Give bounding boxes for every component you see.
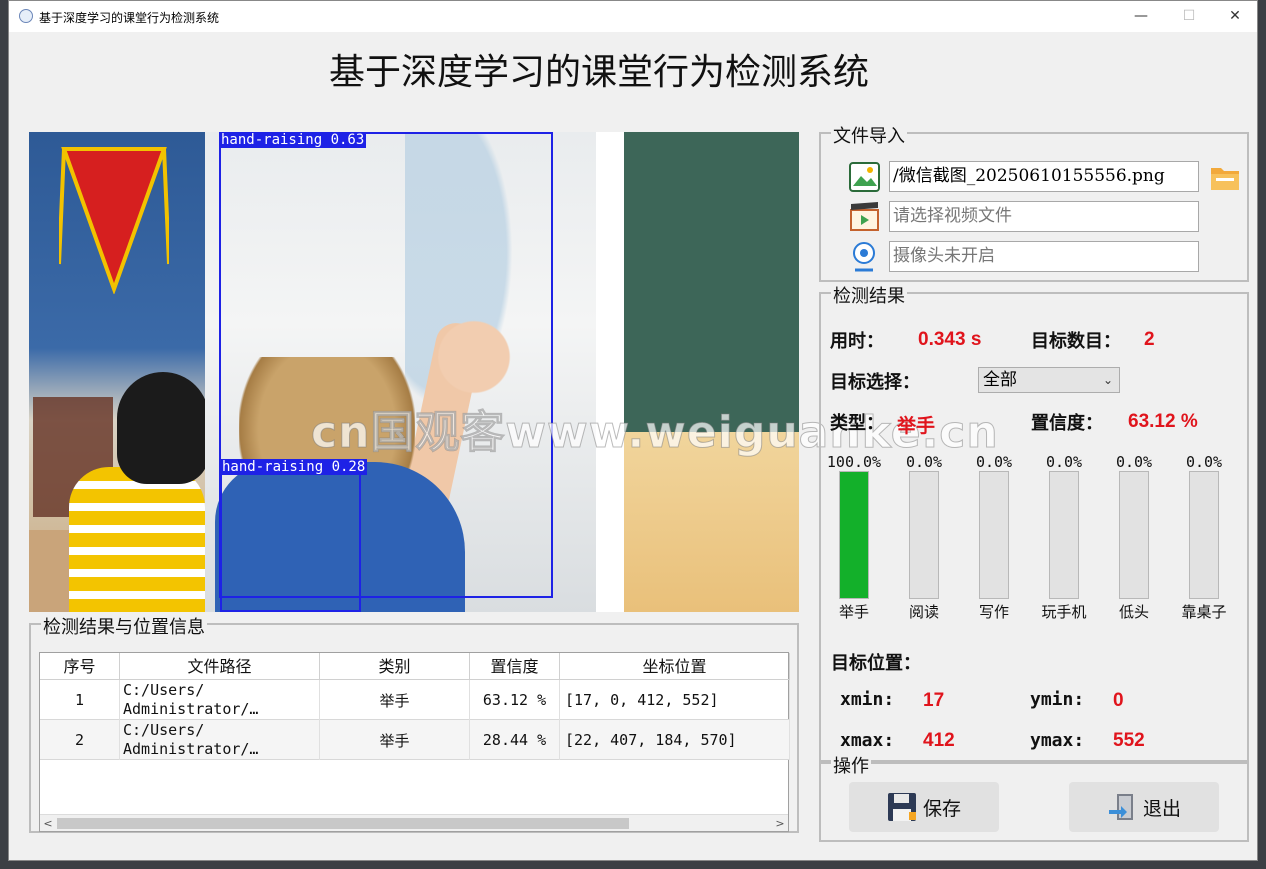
maximize-button[interactable]: ☐ <box>1167 5 1211 27</box>
count-value: 2 <box>1144 329 1155 350</box>
video-path-field[interactable]: 请选择视频文件 <box>889 201 1199 232</box>
xmin-label: xmin: <box>840 689 895 710</box>
app-icon <box>19 9 33 23</box>
cell-path: C:/Users/ Administrator/… <box>120 680 320 720</box>
cell-index: 1 <box>40 680 120 720</box>
confidence-label: 置信度： <box>1031 413 1103 434</box>
detection-label-1: hand-raising 0.63 <box>219 132 367 148</box>
xmax-value: 412 <box>923 730 955 751</box>
cell-coords: [17, 0, 412, 552] <box>560 680 790 720</box>
horizontal-scrollbar[interactable]: < > <box>40 814 788 831</box>
exit-door-icon <box>1108 794 1133 820</box>
image-file-icon[interactable] <box>849 162 880 192</box>
bar-fill-0 <box>840 472 868 598</box>
ymax-label: ymax: <box>1030 730 1085 751</box>
bar-track-1 <box>909 471 939 599</box>
bar-percent-4: 0.0% <box>1115 453 1153 471</box>
col-confidence[interactable]: 置信度 <box>470 653 560 680</box>
cell-path: C:/Users/ Administrator/… <box>120 720 320 760</box>
col-index[interactable]: 序号 <box>40 653 120 680</box>
type-value: 举手 <box>897 416 936 437</box>
photo-left <box>29 132 209 612</box>
chevron-down-icon: ⌄ <box>1102 373 1113 387</box>
ymax-value: 552 <box>1113 730 1145 751</box>
detection-label-2: hand-raising 0.28 <box>220 459 368 475</box>
exit-button-label: 退出 <box>1142 797 1181 820</box>
minimize-button[interactable]: — <box>1119 5 1163 27</box>
bar-track-5 <box>1189 471 1219 599</box>
time-label: 用时： <box>830 331 884 352</box>
operations-title: 操作 <box>831 752 871 778</box>
camera-icon[interactable] <box>851 242 877 272</box>
bar-class-name-2: 写作 <box>978 603 1009 621</box>
xmax-label: xmax: <box>840 730 895 751</box>
results-table[interactable]: 序号 文件路径 类别 置信度 坐标位置 1 C:/Users/ Administ… <box>39 652 790 832</box>
bar-track-0 <box>839 471 869 599</box>
col-category[interactable]: 类别 <box>320 653 470 680</box>
confidence-value: 63.12 % <box>1128 411 1198 432</box>
pennant-image <box>59 147 169 294</box>
bar-percent-2: 0.0% <box>975 453 1013 471</box>
target-select-value: 全部 <box>983 370 1017 390</box>
cell-coords: [22, 407, 184, 570] <box>560 720 790 760</box>
table-row[interactable]: 1 C:/Users/ Administrator/… 举手 63.12 % [… <box>40 680 790 720</box>
bar-percent-0: 100.0% <box>826 453 882 471</box>
target-select-label: 目标选择： <box>830 372 920 393</box>
table-row[interactable]: 2 C:/Users/ Administrator/… 举手 28.44 % [… <box>40 720 790 760</box>
file-import-title: 文件导入 <box>831 122 907 148</box>
results-table-title: 检测结果与位置信息 <box>41 613 207 639</box>
floppy-disk-icon <box>887 793 916 821</box>
col-path[interactable]: 文件路径 <box>120 653 320 680</box>
ymin-label: ymin: <box>1030 689 1085 710</box>
bar-class-name-1: 阅读 <box>908 603 939 621</box>
main-window: 基于深度学习的课堂行为检测系统 — ☐ ✕ 基于深度学习的课堂行为检测系统 ha… <box>8 0 1258 861</box>
detection-result-title: 检测结果 <box>831 282 907 308</box>
table-header: 序号 文件路径 类别 置信度 坐标位置 <box>40 653 790 680</box>
scroll-thumb[interactable] <box>57 818 629 829</box>
type-label: 类型： <box>830 413 884 434</box>
bar-class-name-3: 玩手机 <box>1041 603 1087 621</box>
bar-percent-3: 0.0% <box>1045 453 1083 471</box>
close-button[interactable]: ✕ <box>1213 5 1257 27</box>
cell-confidence: 63.12 % <box>470 680 560 720</box>
window-title: 基于深度学习的课堂行为检测系统 <box>39 11 220 25</box>
time-value: 0.343 s <box>918 329 982 350</box>
cell-index: 2 <box>40 720 120 760</box>
exit-button[interactable]: 退出 <box>1069 782 1219 832</box>
student-shirt <box>69 467 205 612</box>
target-select-dropdown[interactable]: 全部 ⌄ <box>978 367 1120 393</box>
scroll-right-arrow[interactable]: > <box>772 815 788 832</box>
image-gap <box>596 132 624 612</box>
folder-open-icon[interactable] <box>1209 162 1241 192</box>
bar-track-3 <box>1049 471 1079 599</box>
image-display: hand-raising 0.63 hand-raising 0.28 <box>29 132 799 612</box>
video-file-icon[interactable] <box>849 201 880 232</box>
title-bar: 基于深度学习的课堂行为检测系统 — ☐ ✕ <box>9 1 1257 32</box>
col-coords[interactable]: 坐标位置 <box>560 653 790 680</box>
bar-class-name-4: 低头 <box>1118 603 1149 621</box>
bar-percent-1: 0.0% <box>905 453 943 471</box>
scroll-left-arrow[interactable]: < <box>40 815 56 832</box>
cell-confidence: 28.44 % <box>470 720 560 760</box>
detection-box-2 <box>220 459 361 612</box>
save-button-label: 保存 <box>922 797 961 820</box>
save-button[interactable]: 保存 <box>849 782 999 832</box>
cell-category: 举手 <box>320 720 470 760</box>
camera-status-field[interactable]: 摄像头未开启 <box>889 241 1199 272</box>
ymin-value: 0 <box>1113 690 1124 711</box>
cell-category: 举手 <box>320 680 470 720</box>
image-path-field[interactable]: /微信截图_20250610155556.png <box>889 161 1199 192</box>
target-position-label: 目标位置： <box>831 653 921 674</box>
page-title: 基于深度学习的课堂行为检测系统 <box>328 52 869 93</box>
bar-percent-5: 0.0% <box>1185 453 1223 471</box>
student-head <box>117 372 209 484</box>
bar-class-name-0: 举手 <box>838 603 869 621</box>
bar-track-2 <box>979 471 1009 599</box>
xmin-value: 17 <box>923 690 945 711</box>
bar-track-4 <box>1119 471 1149 599</box>
count-label: 目标数目： <box>1031 331 1121 352</box>
bar-class-name-5: 靠桌子 <box>1181 603 1227 621</box>
